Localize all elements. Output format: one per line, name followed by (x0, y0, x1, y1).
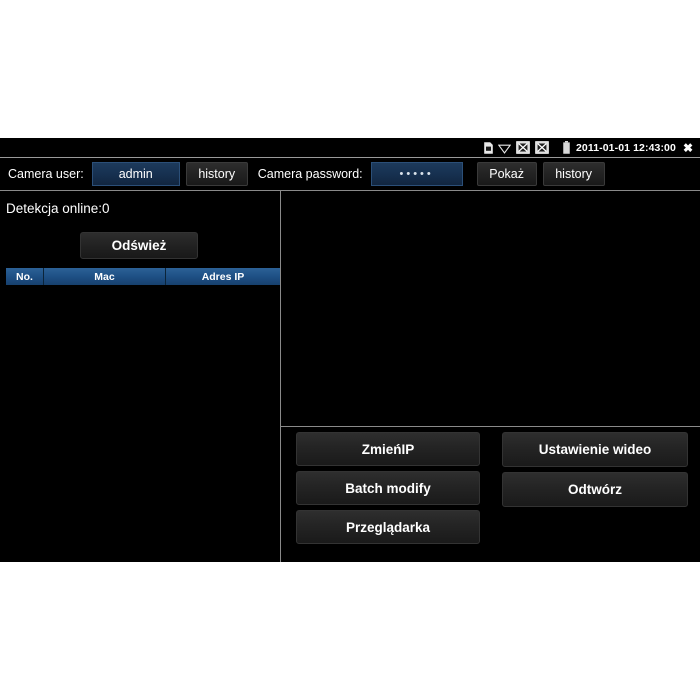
table-body-empty[interactable] (6, 285, 280, 553)
network-disconnected-icon-2 (535, 141, 549, 154)
network-disconnected-icon-1 (516, 141, 530, 154)
table-column-header-no[interactable]: No. (6, 268, 44, 285)
device-table: No. Mac Adres IP (6, 268, 280, 553)
action-column-left: ZmieńIP Batch modify Przeglądarka (296, 432, 480, 549)
table-column-header-mac[interactable]: Mac (44, 268, 166, 285)
video-settings-button[interactable]: Ustawienie wideo (502, 432, 688, 467)
password-mask: ••••• (399, 168, 434, 180)
video-preview-area[interactable] (281, 191, 700, 425)
sim-card-icon (484, 141, 493, 154)
credentials-bar: Camera user: admin history Camera passwo… (0, 158, 700, 190)
browser-button[interactable]: Przeglądarka (296, 510, 480, 544)
camera-password-input[interactable]: ••••• (370, 162, 463, 186)
playback-button[interactable]: Odtwórz (502, 472, 688, 507)
status-datetime: 2011-01-01 12:43:00 (575, 141, 676, 154)
show-password-button[interactable]: Pokaż (476, 162, 537, 186)
change-ip-button[interactable]: ZmieńIP (296, 432, 480, 466)
refresh-button[interactable]: Odśwież (80, 232, 198, 259)
battery-icon (563, 141, 570, 154)
wifi-signal-icon (497, 142, 512, 154)
action-column-right: Ustawienie wideo Odtwórz (502, 432, 688, 512)
camera-user-label: Camera user: (8, 167, 84, 181)
camera-password-history-button[interactable]: history (542, 162, 605, 186)
camera-password-label: Camera password: (257, 167, 363, 181)
table-header-row: No. Mac Adres IP (6, 268, 280, 285)
table-column-header-ip[interactable]: Adres IP (166, 268, 280, 285)
camera-user-input[interactable]: admin (91, 162, 180, 186)
camera-user-history-button[interactable]: history (185, 162, 248, 186)
detection-status-label: Detekcja online:0 (6, 201, 110, 216)
status-bar: 2011-01-01 12:43:00 ✖ (0, 138, 700, 157)
actions-horizontal-divider (281, 426, 700, 427)
camera-tool-window: 2011-01-01 12:43:00 ✖ Camera user: admin… (0, 138, 700, 562)
batch-modify-button[interactable]: Batch modify (296, 471, 480, 505)
close-icon[interactable]: ✖ (683, 142, 693, 154)
device-discovery-panel: Detekcja online:0 Odśwież No. Mac Adres … (0, 191, 280, 562)
